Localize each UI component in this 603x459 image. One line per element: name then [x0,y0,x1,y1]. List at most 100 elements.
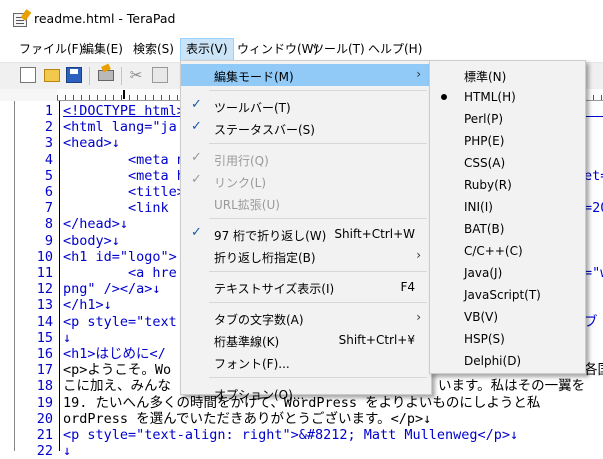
line-number: 1 [44,103,53,119]
edit-mode-item-label: CSS(A) [464,156,506,170]
checkmark-icon: ✓ [191,172,202,187]
code-line[interactable]: png" /></a>↓ [63,281,161,297]
edit-mode-item[interactable]: HSP(S) [430,328,583,350]
code-line[interactable]: ↓ [63,443,71,459]
edit-mode-item[interactable]: INI(I) [430,196,583,218]
view-menu-item[interactable]: テキストサイズ表示(I) F4 [181,276,429,298]
edit-mode-item[interactable]: 標準(N) [430,64,583,86]
code-line[interactable]: <p style="text [63,314,177,330]
line-number: 11 [36,265,53,281]
view-menu-item-label: オプション(O)... [214,388,305,402]
edit-mode-item[interactable]: C/C++(C) [430,240,583,262]
window-title: readme.html - TeraPad [34,11,176,26]
code-line[interactable]: <p style="text-align: right">&#8212; Mat… [63,427,518,443]
code-line[interactable]: <a hre [63,265,177,281]
open-folder-icon[interactable] [44,69,60,82]
code-line[interactable]: </head>↓ [63,216,128,232]
edit-mode-item[interactable]: VB(V) [430,306,583,328]
menu-separator [209,218,427,219]
shortcut-label: Shift+Ctrl+W [334,227,415,241]
line-number: 3 [44,135,53,152]
code-line[interactable]: ↓ [63,330,71,346]
line-number: 2 [44,119,53,136]
view-menu-item-label: 編集モード(M) [214,70,294,84]
view-menu-item[interactable]: ✓ ステータスバー(S) [181,117,429,139]
edit-mode-item[interactable]: Perl(P) [430,108,583,130]
edit-mode-item[interactable]: PHP(E) [430,130,583,152]
view-menu-item[interactable]: 折り返し桁指定(B) › [181,245,429,267]
save-icon[interactable] [66,67,82,83]
line-number: 22 [36,443,53,459]
edit-mode-item-label: PHP(E) [464,134,505,148]
line-number-gutter: 1 2 3 4 5 6 7 8 9 10 11 12 13 14 15 16 17 18 19 20 21 22 [15,101,57,459]
view-menu-item-label: タブの文字数(A) [214,313,304,327]
edit-mode-item[interactable]: HTML(H) [430,86,583,108]
cut-icon[interactable]: ✂ [128,67,144,83]
view-menu-item[interactable]: オプション(O)... [181,382,429,404]
title-bar: readme.html - TeraPad [0,0,603,38]
edit-mode-item-label: BAT(B) [464,222,505,236]
submenu-arrow-icon: › [416,248,421,262]
line-number: 10 [36,248,53,265]
line-number: 7 [44,200,53,217]
edit-mode-item-label: Ruby(R) [464,178,512,192]
view-menu-item-label: 引用行(Q) [214,154,269,168]
view-menu-item[interactable]: ✓ ツールバー(T) [181,95,429,117]
edit-mode-item[interactable]: Java(J) [430,262,583,284]
view-menu-item[interactable]: フォント(F)... [181,351,429,373]
code-line[interactable]: <html lang="ja [63,119,177,135]
terapad-app-icon[interactable] [13,13,27,27]
menu-separator [209,302,427,303]
edit-mode-item[interactable]: Ruby(R) [430,174,583,196]
code-line[interactable]: <h1 id="logo"> [63,249,177,265]
code-line[interactable]: <meta n [63,152,185,168]
view-menu-item[interactable]: 桁基準線(K) Shift+Ctrl+¥ [181,329,429,351]
menu-edit[interactable]: 編集(E) [77,38,128,61]
new-file-icon[interactable] [20,67,36,83]
line-number: 5 [44,167,53,184]
code-line[interactable]: <meta h [63,168,185,184]
line-number: 14 [36,313,53,330]
menu-help[interactable]: ヘルプ(H) [363,38,427,61]
menu-tools[interactable]: ツール(T) [307,38,370,61]
edit-mode-submenu: 標準(N) HTML(H) Perl(P) PHP(E) CSS(A) Ruby(R) IN… [429,60,586,374]
code-line-fragment: います。私はその一翼を [438,378,586,395]
view-menu-item[interactable]: ✓ 97 桁で折り返し(W) Shift+Ctrl+W [181,223,429,245]
view-menu-item[interactable]: 編集モード(M) › [181,64,429,86]
menu-search[interactable]: 検索(S) [128,38,179,61]
code-line-fragment: =20 [584,200,603,217]
print-icon[interactable] [98,70,114,81]
view-menu-item-label: ステータスバー(S) [214,123,315,137]
code-line[interactable]: こに加え、みんな [63,378,171,394]
code-line[interactable]: ordPress を選んでいただきありがとうございます。</p>↓ [63,411,431,427]
view-menu-item[interactable]: タブの文字数(A) › [181,307,429,329]
line-number: 12 [36,281,53,298]
edit-mode-item[interactable]: JavaScript(T) [430,284,583,306]
gutter-border [59,101,60,451]
view-menu-item-label: 桁基準線(K) [214,335,280,349]
menu-view[interactable]: 表示(V) [180,38,234,61]
code-line[interactable]: <link [63,200,169,216]
shortcut-label: Shift+Ctrl+¥ [338,333,415,347]
view-menu-item-label: リンク(L) [214,176,267,190]
code-line[interactable]: <title> [63,184,185,200]
view-menu-item-label: テキストサイズ表示(I) [214,282,335,296]
code-line[interactable]: <h1>はじめに</ [63,346,166,362]
copy-icon[interactable] [152,67,168,83]
code-line[interactable]: </h1>↓ [63,297,112,313]
edit-mode-item[interactable]: BAT(B) [430,218,583,240]
code-line[interactable]: <body>↓ [63,233,120,249]
edit-mode-item[interactable]: CSS(A) [430,152,583,174]
editor-left-margin [0,101,15,451]
code-line[interactable]: <p>ようこそ。Wo [63,362,171,378]
menu-separator [209,143,427,144]
edit-mode-item-label: Java(J) [464,266,503,280]
view-menu-dropdown: 編集モード(M) › ✓ ツールバー(T) ✓ ステータスバー(S) ✓ 引用行(Q) ✓ リンク… [180,60,432,402]
code-line[interactable]: <head>↓ [63,135,120,151]
code-line-fragment: 各国 [584,362,603,379]
code-line-fragment: et= [584,167,603,184]
menu-separator [209,271,427,272]
checkmark-icon: ✓ [191,119,202,134]
edit-mode-item[interactable]: Delphi(D) [430,350,583,372]
toolbar-separator [121,67,122,85]
